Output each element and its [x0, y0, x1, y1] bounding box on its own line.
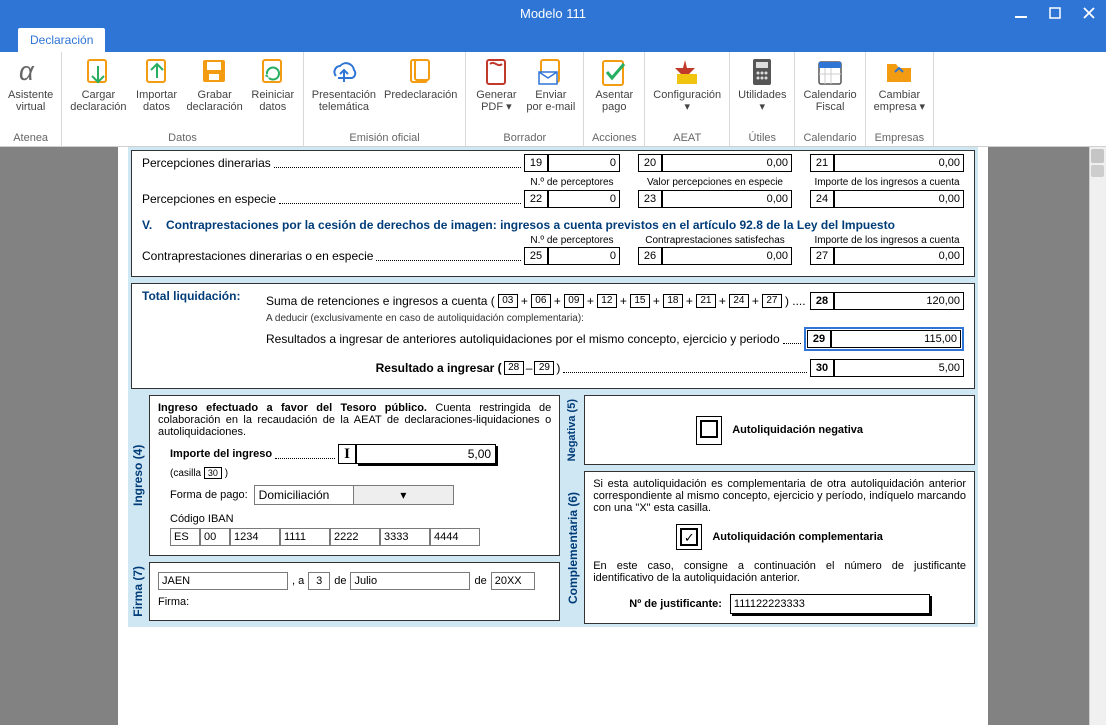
pdf-icon: [480, 56, 512, 88]
negativa-panel: Autoliquidación negativa: [584, 395, 975, 465]
box-val[interactable]: 0,00: [662, 154, 792, 172]
ribbon-asistente[interactable]: αAsistentevirtual: [4, 54, 57, 115]
ribbon-importar[interactable]: Importardatos: [131, 54, 183, 115]
ingreso-panel: Ingreso efectuado a favor del Tesoro púb…: [149, 395, 560, 556]
negativa-checkbox[interactable]: [696, 416, 722, 445]
iban-seg-5[interactable]: 3333: [380, 528, 430, 546]
ribbon-utilidades[interactable]: Utilidades▾: [734, 54, 790, 115]
box-num: 20: [638, 154, 662, 172]
cloud-icon: [328, 56, 360, 88]
highlighted-box-29: 29115,00: [804, 327, 964, 351]
importe-mark: I: [338, 444, 356, 464]
save-icon: [199, 56, 231, 88]
close-button[interactable]: [1072, 0, 1106, 26]
folder-icon: [883, 56, 915, 88]
minimize-button[interactable]: [1004, 0, 1038, 26]
ribbon-calendario[interactable]: CalendarioFiscal: [799, 54, 860, 115]
gear-icon: [671, 56, 703, 88]
firma-day[interactable]: 3: [308, 572, 330, 590]
ribbon: αAsistentevirtualAteneaCargardeclaración…: [0, 52, 1106, 147]
iban-row: ES0012341111222233334444: [158, 528, 551, 546]
scroll-up-icon[interactable]: [1091, 149, 1104, 163]
pre-icon: [405, 56, 437, 88]
ribbon-enviar[interactable]: Enviarpor e-mail: [522, 54, 579, 115]
scrollbar[interactable]: [1089, 147, 1106, 725]
scroll-thumb[interactable]: [1091, 165, 1104, 177]
box-val[interactable]: 0,00: [834, 154, 964, 172]
ribbon-configuración[interactable]: Configuración▾: [649, 54, 725, 115]
forma-pago-dropdown[interactable]: Domiciliación ▾: [254, 485, 454, 505]
titlebar: Modelo 111: [0, 0, 1106, 26]
window-title: Modelo 111: [520, 6, 586, 21]
side-negativa: Negativa (5): [566, 395, 584, 465]
calc-icon: [746, 56, 778, 88]
ribbon-grabar[interactable]: Grabardeclaración: [183, 54, 247, 115]
tab-declaracion[interactable]: Declaración: [18, 28, 105, 52]
justificante-input[interactable]: 111122223333: [730, 594, 930, 614]
importe-value[interactable]: 5,00: [356, 444, 496, 464]
ribbon-tabstrip: Declaración: [0, 26, 1106, 52]
iban-seg-4[interactable]: 2222: [330, 528, 380, 546]
ribbon-asentar[interactable]: Asentarpago: [588, 54, 640, 115]
ribbon-generar[interactable]: GenerarPDF ▾: [470, 54, 522, 115]
box-val[interactable]: 0: [548, 154, 620, 172]
side-complementaria: Complementaria (6): [566, 471, 584, 624]
firma-panel: JAEN , a 3 de Julio de 20XX Firma:: [149, 562, 560, 621]
row-label: Percepciones en especie: [142, 192, 276, 206]
side-firma: Firma (7): [131, 562, 149, 621]
page-area: Percepciones dinerarias 190 200,00 210,0…: [0, 147, 1106, 725]
iban-seg-6[interactable]: 4444: [430, 528, 480, 546]
firma-year[interactable]: 20XX: [491, 572, 535, 590]
box-num: 19: [524, 154, 548, 172]
load-icon: [82, 56, 114, 88]
mail-icon: [535, 56, 567, 88]
reset-icon: [257, 56, 289, 88]
box-num: 21: [810, 154, 834, 172]
sum-boxes: 03+06+09+12+15+18+21+24+27: [498, 294, 782, 308]
section-iv-panel: Percepciones dinerarias 190 200,00 210,0…: [131, 150, 975, 277]
maximize-button[interactable]: [1038, 0, 1072, 26]
cal-icon: [814, 56, 846, 88]
form-page: Percepciones dinerarias 190 200,00 210,0…: [118, 147, 988, 725]
ribbon-presentación[interactable]: Presentacióntelemática: [308, 54, 380, 115]
import-icon: [141, 56, 173, 88]
ribbon-reiniciar[interactable]: Reiniciardatos: [247, 54, 299, 115]
side-ingreso: Ingreso (4): [131, 395, 149, 556]
complementaria-checkbox[interactable]: ✓: [676, 524, 702, 550]
alpha-icon: α: [15, 56, 47, 88]
check-icon: [598, 56, 630, 88]
iban-seg-2[interactable]: 1234: [230, 528, 280, 546]
total-liquidacion-panel: Total liquidación: Suma de retenciones e…: [131, 283, 975, 389]
complementaria-panel: Si esta autoliquidación es complementari…: [584, 471, 975, 624]
chevron-down-icon[interactable]: ▾: [353, 486, 453, 504]
row-label: Percepciones dinerarias: [142, 156, 271, 170]
firma-place[interactable]: JAEN: [158, 572, 288, 590]
svg-text:α: α: [19, 56, 35, 86]
iban-seg-0[interactable]: ES: [170, 528, 200, 546]
ribbon-cargar[interactable]: Cargardeclaración: [66, 54, 130, 115]
ribbon-cambiar[interactable]: Cambiarempresa ▾: [870, 54, 929, 115]
ribbon-predeclaración[interactable]: Predeclaración: [380, 54, 461, 115]
firma-month[interactable]: Julio: [350, 572, 470, 590]
iban-seg-3[interactable]: 1111: [280, 528, 330, 546]
iban-seg-1[interactable]: 00: [200, 528, 230, 546]
